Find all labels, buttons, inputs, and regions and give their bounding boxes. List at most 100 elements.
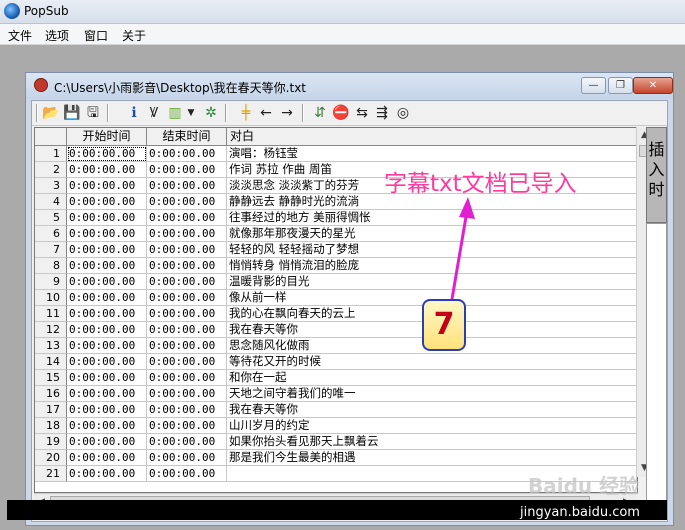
- menu-window[interactable]: 窗口: [84, 27, 108, 44]
- table-row[interactable]: 20 0:00:00.00 0:00:00.00 那是我们今生最美的相遇: [35, 450, 637, 466]
- table-row[interactable]: 5 0:00:00.00 0:00:00.00 往事经过的地方 美丽得惆怅: [35, 210, 637, 226]
- spell-icon[interactable]: Ꝟ: [145, 104, 163, 122]
- dialogue-cell[interactable]: 演唱：杨钰莹: [227, 146, 637, 162]
- table-row[interactable]: 8 0:00:00.00 0:00:00.00 悄悄转身 悄悄流泪的脸庞: [35, 258, 637, 274]
- insert-time-button[interactable]: 插入时: [646, 127, 667, 223]
- start-time-cell[interactable]: 0:00:00.00: [67, 226, 147, 242]
- start-time-cell[interactable]: 0:00:00.00: [67, 306, 147, 322]
- restore-button[interactable]: ❐: [608, 77, 633, 94]
- end-time-cell[interactable]: 0:00:00.00: [147, 386, 227, 402]
- end-time-cell[interactable]: 0:00:00.00: [147, 434, 227, 450]
- table-row[interactable]: 17 0:00:00.00 0:00:00.00 我在春天等你: [35, 402, 637, 418]
- end-time-cell[interactable]: 0:00:00.00: [147, 354, 227, 370]
- end-time-cell[interactable]: 0:00:00.00: [147, 242, 227, 258]
- end-time-cell[interactable]: 0:00:00.00: [147, 322, 227, 338]
- settings-icon[interactable]: ✲: [202, 104, 220, 122]
- dialogue-cell[interactable]: 和你在一起: [227, 370, 637, 386]
- save-icon[interactable]: 💾: [63, 104, 81, 122]
- start-time-cell[interactable]: 0:00:00.00: [67, 466, 147, 482]
- arrow-left-icon[interactable]: ←: [257, 104, 275, 122]
- start-time-cell[interactable]: 0:00:00.00: [67, 210, 147, 226]
- menu-options[interactable]: 选项: [45, 27, 69, 44]
- start-time-cell[interactable]: 0:00:00.00: [67, 178, 147, 194]
- dialogue-cell[interactable]: 往事经过的地方 美丽得惆怅: [227, 210, 637, 226]
- dialogue-cell[interactable]: 就像那年那夜漫天的星光: [227, 226, 637, 242]
- start-time-cell[interactable]: 0:00:00.00: [67, 434, 147, 450]
- end-time-header[interactable]: 结束时间: [147, 128, 227, 146]
- dialogue-cell[interactable]: 山川岁月的约定: [227, 418, 637, 434]
- insert-line-icon[interactable]: ╪: [237, 104, 255, 122]
- stop-icon[interactable]: ⛔: [332, 104, 350, 122]
- sync-icon[interactable]: ⇆: [353, 104, 371, 122]
- start-time-cell[interactable]: 0:00:00.00: [67, 370, 147, 386]
- arrow-right-icon[interactable]: →: [278, 104, 296, 122]
- menu-file[interactable]: 文件: [8, 27, 32, 44]
- end-time-cell[interactable]: 0:00:00.00: [147, 418, 227, 434]
- dialogue-cell[interactable]: 悄悄转身 悄悄流泪的脸庞: [227, 258, 637, 274]
- dialogue-cell[interactable]: 如果你抬头看见那天上飘着云: [227, 434, 637, 450]
- end-time-cell[interactable]: 0:00:00.00: [147, 306, 227, 322]
- start-time-cell[interactable]: 0:00:00.00: [67, 402, 147, 418]
- row-number: 20: [35, 450, 67, 466]
- start-time-cell[interactable]: 0:00:00.00: [67, 450, 147, 466]
- start-time-cell[interactable]: 0:00:00.00: [67, 194, 147, 210]
- start-time-cell[interactable]: 0:00:00.00: [67, 290, 147, 306]
- end-time-cell[interactable]: 0:00:00.00: [147, 338, 227, 354]
- end-time-cell[interactable]: 0:00:00.00: [147, 274, 227, 290]
- table-row[interactable]: 12 0:00:00.00 0:00:00.00 我在春天等你: [35, 322, 637, 338]
- end-time-cell[interactable]: 0:00:00.00: [147, 290, 227, 306]
- dialogue-header[interactable]: 对白: [227, 128, 637, 146]
- table-row[interactable]: 6 0:00:00.00 0:00:00.00 就像那年那夜漫天的星光: [35, 226, 637, 242]
- table-row[interactable]: 1 0:00:00.00 0:00:00.00 演唱：杨钰莹: [35, 146, 637, 162]
- end-time-cell[interactable]: 0:00:00.00: [147, 402, 227, 418]
- dialogue-cell[interactable]: 等待花又开的时候: [227, 354, 637, 370]
- preview-icon[interactable]: ◎: [394, 104, 412, 122]
- dialogue-cell[interactable]: 那是我们今生最美的相遇: [227, 450, 637, 466]
- save-as-icon[interactable]: 🖫: [84, 104, 102, 122]
- end-time-cell[interactable]: 0:00:00.00: [147, 194, 227, 210]
- start-time-cell[interactable]: 0:00:00.00: [67, 354, 147, 370]
- toolbar-separator: [302, 104, 304, 122]
- table-row[interactable]: 18 0:00:00.00 0:00:00.00 山川岁月的约定: [35, 418, 637, 434]
- close-button[interactable]: ✕: [633, 77, 673, 94]
- start-time-cell[interactable]: 0:00:00.00: [67, 242, 147, 258]
- minimize-button[interactable]: —: [581, 77, 606, 94]
- table-row[interactable]: 7 0:00:00.00 0:00:00.00 轻轻的风 轻轻摇动了梦想: [35, 242, 637, 258]
- end-time-cell[interactable]: 0:00:00.00: [147, 466, 227, 482]
- move-icon[interactable]: ⇵: [311, 104, 329, 122]
- end-time-cell[interactable]: 0:00:00.00: [147, 450, 227, 466]
- dialogue-cell[interactable]: 轻轻的风 轻轻摇动了梦想: [227, 242, 637, 258]
- start-time-cell[interactable]: 0:00:00.00: [67, 274, 147, 290]
- end-time-cell[interactable]: 0:00:00.00: [147, 258, 227, 274]
- end-time-cell[interactable]: 0:00:00.00: [147, 178, 227, 194]
- menu-about[interactable]: 关于: [122, 27, 146, 44]
- dialogue-cell[interactable]: 我在春天等你: [227, 402, 637, 418]
- start-time-cell[interactable]: 0:00:00.00: [67, 418, 147, 434]
- start-time-header[interactable]: 开始时间: [67, 128, 147, 146]
- start-time-cell[interactable]: 0:00:00.00: [67, 258, 147, 274]
- chevron-down-icon[interactable]: ▼: [182, 104, 200, 122]
- table-row[interactable]: 9 0:00:00.00 0:00:00.00 温暖背影的目光: [35, 274, 637, 290]
- dialogue-cell[interactable]: 温暖背影的目光: [227, 274, 637, 290]
- convert-icon[interactable]: ⇶: [373, 104, 391, 122]
- end-time-cell[interactable]: 0:00:00.00: [147, 210, 227, 226]
- start-time-cell[interactable]: 0:00:00.00: [67, 322, 147, 338]
- end-time-cell[interactable]: 0:00:00.00: [147, 370, 227, 386]
- start-time-cell[interactable]: 0:00:00.00: [67, 146, 147, 162]
- table-row[interactable]: 13 0:00:00.00 0:00:00.00 思念随风化做雨: [35, 338, 637, 354]
- end-time-cell[interactable]: 0:00:00.00: [147, 146, 227, 162]
- start-time-cell[interactable]: 0:00:00.00: [67, 386, 147, 402]
- start-time-cell[interactable]: 0:00:00.00: [67, 162, 147, 178]
- end-time-cell[interactable]: 0:00:00.00: [147, 162, 227, 178]
- table-row[interactable]: 16 0:00:00.00 0:00:00.00 天地之间守着我们的唯一: [35, 386, 637, 402]
- table-row[interactable]: 14 0:00:00.00 0:00:00.00 等待花又开的时候: [35, 354, 637, 370]
- info-icon[interactable]: ℹ: [125, 104, 143, 122]
- open-icon[interactable]: 📂: [42, 104, 60, 122]
- dialogue-cell[interactable]: 天地之间守着我们的唯一: [227, 386, 637, 402]
- table-row[interactable]: 10 0:00:00.00 0:00:00.00 像从前一样: [35, 290, 637, 306]
- start-time-cell[interactable]: 0:00:00.00: [67, 338, 147, 354]
- end-time-cell[interactable]: 0:00:00.00: [147, 226, 227, 242]
- table-row[interactable]: 15 0:00:00.00 0:00:00.00 和你在一起: [35, 370, 637, 386]
- table-row[interactable]: 19 0:00:00.00 0:00:00.00 如果你抬头看见那天上飘着云: [35, 434, 637, 450]
- table-row[interactable]: 11 0:00:00.00 0:00:00.00 我的心在飘向春天的云上: [35, 306, 637, 322]
